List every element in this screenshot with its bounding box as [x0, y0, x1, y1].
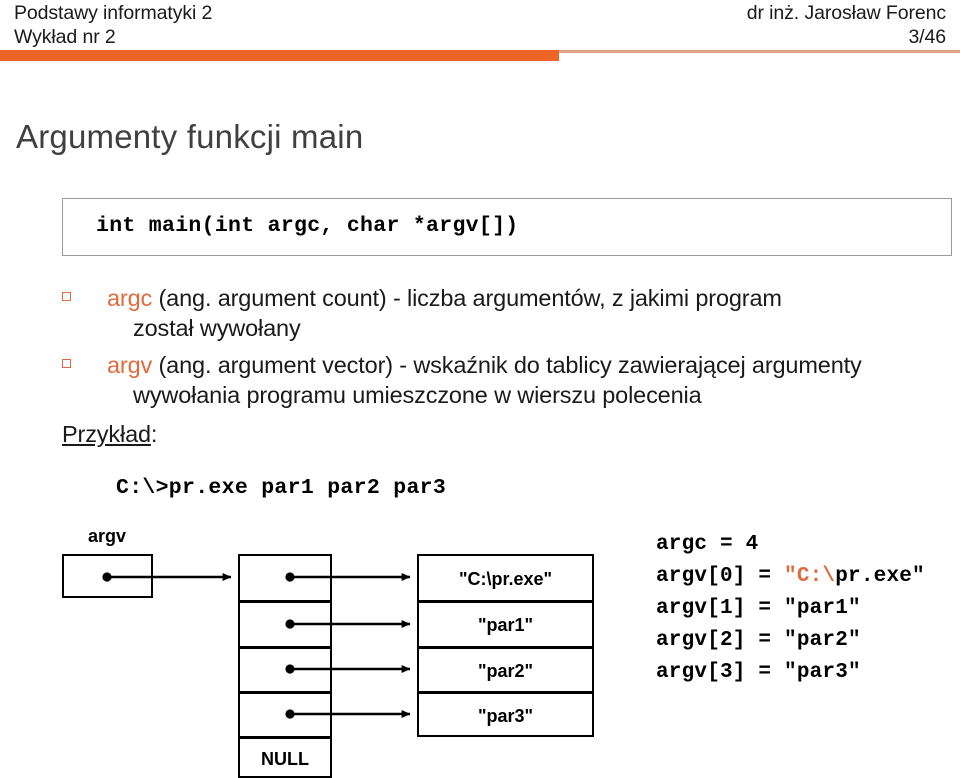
list-item: argc (ang. argument count) - liczba argu…: [62, 283, 952, 343]
listing-row-1-rest: "par1": [784, 597, 861, 620]
listing-row-0-rest: pr.exe": [835, 565, 925, 588]
listing-row-0-lhs: argv[0] =: [656, 565, 785, 588]
header-course-title: Podstawy informatyki 2: [14, 2, 213, 24]
argv-values-listing: argc = 4 argv[0] = "C:\pr.exe" argv[1] =…: [656, 529, 925, 689]
listing-row-1: argv[1] = "par1": [656, 597, 861, 620]
listing-row-2: argv[2] = "par2": [656, 629, 861, 652]
diagram-argv-root-cell: [62, 554, 153, 598]
keyword-argv: argv: [107, 352, 153, 378]
example-heading-colon: :: [150, 421, 158, 447]
function-signature-text: int main(int argc, char *argv[]): [96, 214, 519, 238]
listing-argc-line: argc = 4: [656, 533, 759, 556]
square-bullet-icon: [62, 292, 71, 301]
diagram-null-label: NULL: [261, 749, 309, 769]
list-item-line1: (ang. argument vector) - wskaźnik do tab…: [152, 352, 862, 378]
header-page-number: 3/46: [908, 26, 946, 48]
diagram-string-cell-1: "par1": [417, 601, 594, 648]
listing-row-3: argv[3] = "par3": [656, 661, 861, 684]
list-item-line1: (ang. argument count) - liczba argumentó…: [152, 285, 782, 311]
diagram-string-cell-2: "par2": [417, 647, 594, 693]
list-item-line2: wywołania programu umieszczone w wierszu…: [133, 382, 702, 408]
square-bullet-icon: [62, 359, 71, 368]
header-divider-thick: [0, 50, 559, 61]
diagram-null-cell: NULL: [238, 737, 332, 778]
listing-row-1-lhs: argv[1] =: [656, 597, 785, 620]
slide-header: Podstawy informatyki 2 Wykład nr 2 dr in…: [0, 0, 960, 50]
header-author: dr inż. Jarosław Forenc: [746, 2, 946, 24]
keyword-argc: argc: [107, 285, 153, 311]
diagram-string-text-3: "par3": [477, 706, 534, 726]
diagram-string-text-2: "par2": [477, 661, 534, 681]
list-item: argv (ang. argument vector) - wskaźnik d…: [62, 350, 952, 410]
diagram-pointer-cell-2: [238, 647, 332, 693]
function-signature-box: int main(int argc, char *argv[]): [62, 198, 952, 256]
diagram-string-text-1: "par1": [477, 615, 534, 635]
page-title: Argumenty funkcji main: [16, 118, 364, 155]
listing-row-2-rest: "par2": [784, 629, 861, 652]
diagram-pointer-cell-0: [238, 554, 332, 602]
diagram-root-label: argv: [88, 526, 127, 546]
listing-row-0-orange: "C:\: [784, 565, 836, 588]
listing-row-2-lhs: argv[2] =: [656, 629, 785, 652]
diagram-pointer-cell-1: [238, 601, 332, 648]
example-heading-label: Przykład: [62, 421, 151, 447]
diagram-string-cell-3: "par3": [417, 692, 594, 737]
diagram-string-text-0: "C:\pr.exe": [458, 569, 553, 589]
listing-row-3-rest: "par3": [784, 661, 861, 684]
listing-row-0: argv[0] = "C:\pr.exe": [656, 565, 925, 588]
header-lecture-number: Wykład nr 2: [14, 26, 116, 48]
example-heading: Przykład:: [62, 421, 157, 448]
list-item-text: argv (ang. argument vector) - wskaźnik d…: [107, 350, 952, 410]
listing-row-3-lhs: argv[3] =: [656, 661, 785, 684]
example-command-line: C:\>pr.exe par1 par2 par3: [116, 476, 447, 500]
list-item-line2: został wywołany: [133, 315, 301, 341]
diagram-pointer-cell-3: [238, 692, 332, 738]
list-item-text: argc (ang. argument count) - liczba argu…: [107, 283, 952, 343]
diagram-string-cell-0: "C:\pr.exe": [417, 554, 594, 602]
